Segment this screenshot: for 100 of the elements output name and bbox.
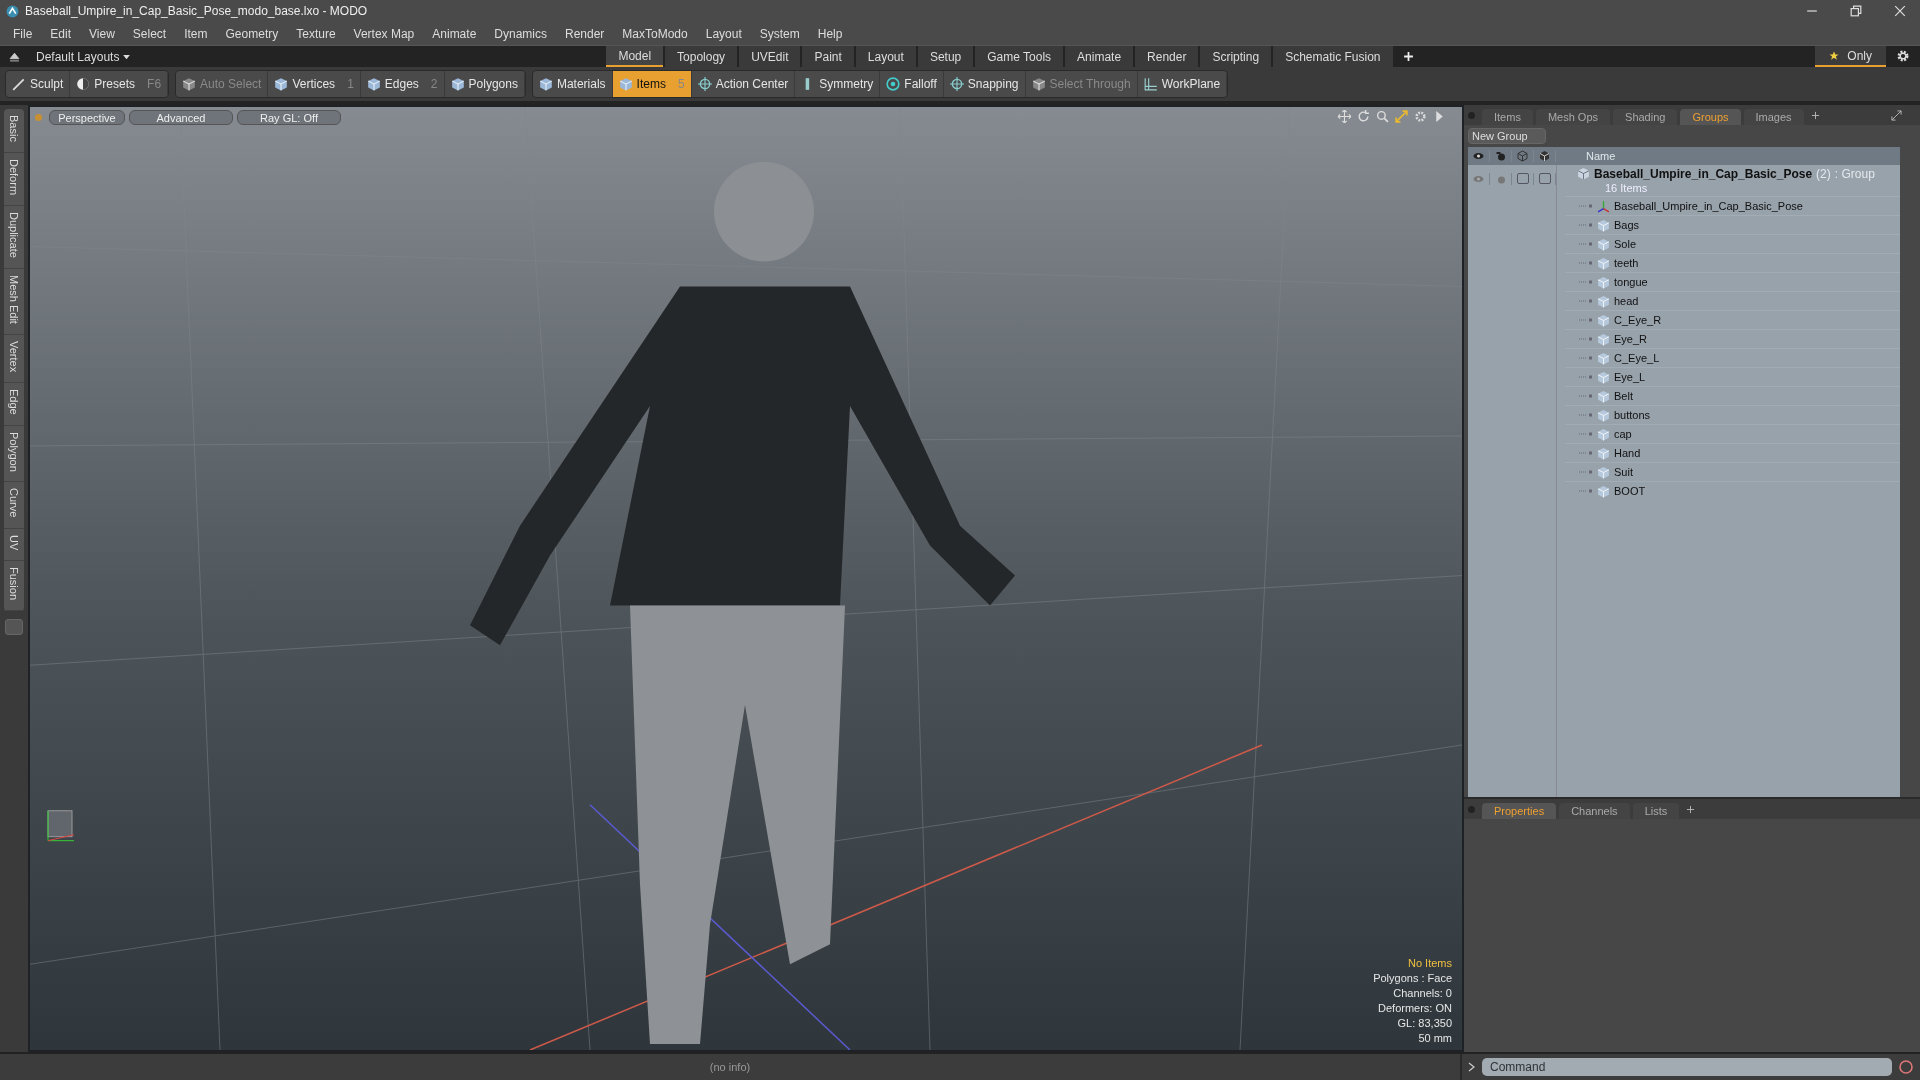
side-tab[interactable]: Mesh Edit — [4, 268, 24, 335]
tree-item[interactable]: Sole — [1614, 238, 1637, 250]
panel-toggle-button[interactable] — [5, 619, 23, 636]
menu-item[interactable]: Render — [556, 26, 614, 41]
tree-item[interactable]: Bags — [1614, 219, 1640, 231]
tree-item[interactable]: C_Eye_L — [1614, 352, 1660, 364]
menu-item[interactable]: Select — [123, 26, 176, 41]
tree-item[interactable]: C_Eye_R — [1614, 314, 1662, 326]
item-count: 16 Items — [1604, 182, 1649, 196]
new-group-button[interactable]: New Group — [1468, 128, 1546, 144]
panel-tab[interactable]: Shading — [1613, 109, 1678, 125]
layout-tab[interactable]: Layout — [855, 46, 916, 67]
side-tab[interactable]: Basic — [4, 109, 24, 153]
restore-icon[interactable] — [1850, 5, 1862, 17]
menu-item[interactable]: System — [750, 26, 809, 41]
tool-button[interactable]: Polygons — [444, 71, 525, 97]
layout-tab[interactable]: UVEdit — [739, 46, 801, 67]
tool-button[interactable]: Sculpt — [6, 71, 71, 97]
properties-tab[interactable]: Channels — [1559, 803, 1630, 819]
tree-item[interactable]: Eye_R — [1614, 333, 1648, 345]
layout-tab[interactable]: Render — [1135, 46, 1199, 67]
tree-item[interactable]: tongue — [1614, 276, 1648, 288]
tree-item[interactable]: Suit — [1614, 466, 1633, 478]
menu-item[interactable]: Animate — [423, 26, 486, 41]
layout-tab[interactable]: Topology — [665, 46, 738, 67]
select-toggle[interactable] — [1538, 173, 1551, 184]
expand-arrow-icon[interactable] — [1433, 110, 1446, 123]
menu-item[interactable]: Vertex Map — [344, 26, 424, 41]
tree-item[interactable]: BOOT — [1614, 485, 1646, 497]
properties-tab[interactable]: Lists — [1632, 803, 1680, 819]
tool-button[interactable]: Edges 2 — [360, 71, 445, 97]
tree-item[interactable]: head — [1614, 295, 1639, 307]
tree-item[interactable]: Belt — [1614, 390, 1633, 402]
layout-tab[interactable]: Schematic Fusion — [1273, 46, 1393, 67]
side-tab[interactable]: Fusion — [4, 561, 24, 612]
search-icon[interactable] — [1376, 110, 1389, 123]
tree-item[interactable]: cap — [1614, 428, 1632, 440]
layout-tab[interactable]: Setup — [917, 46, 974, 67]
layout-tab[interactable]: Paint — [802, 46, 854, 67]
menu-item[interactable]: View — [80, 26, 124, 41]
tool-button[interactable]: Snapping — [943, 71, 1026, 97]
menu-item[interactable]: Texture — [287, 26, 345, 41]
menu-item[interactable]: Item — [175, 26, 217, 41]
menu-item[interactable]: Edit — [41, 26, 81, 41]
tool-button[interactable]: Action Center — [691, 71, 796, 97]
menu-item[interactable]: File — [4, 26, 42, 41]
viewport-option-button[interactable]: Advanced — [129, 110, 233, 125]
panel-tab[interactable]: Groups — [1680, 109, 1741, 125]
tool-button[interactable]: Items 5 — [612, 71, 692, 97]
menu-item[interactable]: Help — [808, 26, 852, 41]
viewport-option-button[interactable]: Ray GL: Off — [237, 110, 341, 125]
group-count: (2) — [1816, 166, 1831, 181]
properties-tab[interactable]: Properties — [1482, 803, 1557, 819]
side-tab[interactable]: Curve — [4, 482, 24, 529]
mesh-cube-icon — [1597, 275, 1610, 289]
move-icon[interactable] — [1338, 110, 1351, 123]
tree-item[interactable]: Baseball_Umpire_in_Cap_Basic_Pose — [1614, 200, 1803, 212]
menu-item[interactable]: Layout — [696, 26, 751, 41]
record-icon[interactable] — [1898, 1059, 1914, 1075]
tool-button[interactable]: Symmetry — [795, 71, 881, 97]
tool-button[interactable]: Falloff — [880, 71, 944, 97]
tree-item[interactable]: buttons — [1614, 409, 1651, 421]
menu-item[interactable]: Geometry — [216, 26, 288, 41]
tree-item[interactable]: Eye_L — [1614, 371, 1646, 383]
layout-tab[interactable]: Model — [606, 46, 664, 67]
menu-item[interactable]: MaxToModo — [613, 26, 697, 41]
close-icon[interactable] — [1894, 5, 1906, 17]
viewport[interactable]: Perspective Advanced Ray GL: Off No Items Polygons : Face Channels: 0 Deformers: ON GL: 83,350 50 mm — [28, 105, 1464, 1052]
side-tab[interactable]: Vertex — [4, 334, 24, 383]
tool-button[interactable]: Presets F6 — [70, 71, 169, 97]
settings-icon[interactable] — [1896, 49, 1910, 63]
mesh-cube-icon — [1597, 332, 1610, 346]
group-name[interactable]: Baseball_Umpire_in_Cap_Basic_Pose — [1594, 166, 1813, 181]
lock-toggle[interactable] — [1516, 173, 1529, 184]
tree-item[interactable]: Hand — [1614, 447, 1641, 459]
maximize-icon[interactable] — [1395, 110, 1408, 123]
rotate-icon[interactable] — [1357, 110, 1370, 123]
panel-tab[interactable]: Images — [1743, 109, 1804, 125]
tool-button[interactable]: Vertices 1 — [268, 71, 361, 97]
command-field[interactable]: Command — [1482, 1058, 1892, 1076]
layouts-dropdown[interactable]: Default Layouts — [30, 46, 137, 67]
expand-icon[interactable] — [1891, 109, 1902, 121]
collapse-arrow-icon[interactable] — [9, 51, 20, 62]
tool-button[interactable]: Materials — [532, 71, 613, 97]
tool-button[interactable]: WorkPlane — [1137, 71, 1228, 97]
side-tab[interactable]: Polygon — [4, 425, 24, 483]
tree-item[interactable]: teeth — [1614, 257, 1639, 269]
layout-tab[interactable]: Animate — [1065, 46, 1134, 67]
side-tab[interactable]: UV — [4, 528, 24, 562]
side-tab[interactable]: Deform — [4, 152, 24, 206]
cube-icon — [618, 77, 633, 91]
layout-tab[interactable]: Game Tools — [975, 46, 1064, 67]
layout-tab[interactable]: Scripting — [1200, 46, 1272, 67]
viewport-option-button[interactable]: Perspective — [49, 110, 125, 125]
side-tab[interactable]: Edge — [4, 382, 24, 426]
panel-tab[interactable]: Items — [1482, 109, 1533, 125]
only-button[interactable]: Only — [1815, 46, 1886, 67]
menu-item[interactable]: Dynamics — [485, 26, 556, 41]
panel-tab[interactable]: Mesh Ops — [1535, 109, 1611, 125]
side-tab[interactable]: Duplicate — [4, 205, 24, 269]
